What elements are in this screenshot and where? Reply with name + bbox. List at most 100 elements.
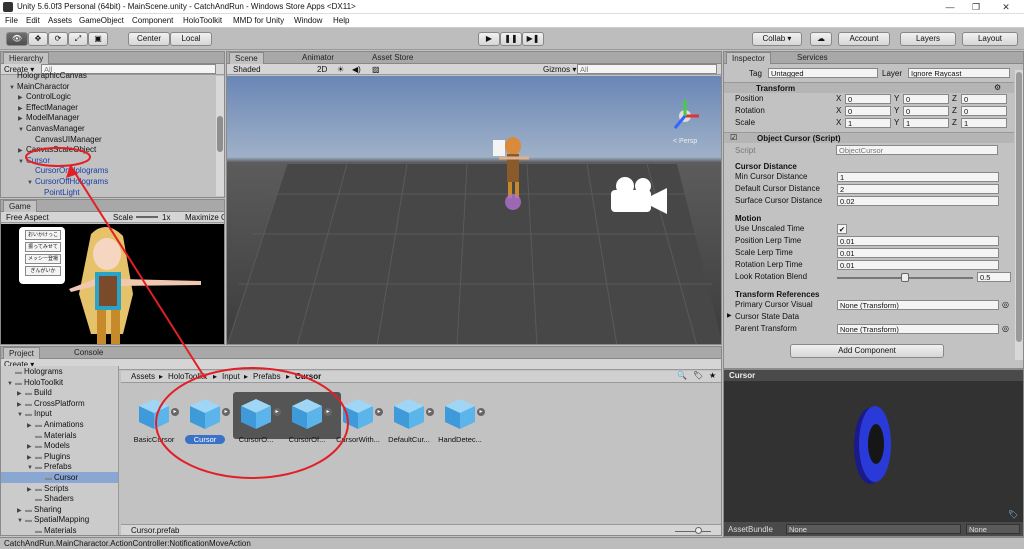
game-menu-button-4[interactable]: ぎんがいか	[25, 266, 61, 276]
prefab-cube-icon[interactable]	[188, 397, 222, 431]
slider-thumb[interactable]	[901, 273, 909, 282]
tab-inspector[interactable]: Inspector	[726, 52, 771, 64]
folder-arrow-icon[interactable]: ▼	[17, 516, 25, 527]
tag-dropdown[interactable]: Untagged	[768, 68, 878, 78]
close-button[interactable]: ✕	[994, 1, 1018, 13]
add-component-button[interactable]: Add Component	[790, 344, 944, 358]
property-value-field[interactable]: 0.02	[837, 196, 999, 206]
hierarchy-item[interactable]: ▼ CursorOffHolograms	[27, 176, 108, 187]
hierarchy-item[interactable]: ▼ Cursor	[18, 155, 50, 166]
prefab-cube-icon[interactable]	[443, 397, 477, 431]
expand-prefab-icon[interactable]: ▸	[477, 408, 485, 416]
tab-game[interactable]: Game	[3, 200, 37, 212]
asset-label[interactable]: Cursor	[185, 435, 225, 444]
expand-arrow-icon[interactable]: ▼	[18, 157, 26, 168]
breadcrumb-holotoolkit[interactable]: HoloToolkit	[168, 372, 207, 381]
tab-services[interactable]: Services	[792, 52, 833, 64]
pivot-local-button[interactable]: Local	[170, 32, 212, 46]
transform-x-field[interactable]: 0	[845, 106, 891, 116]
hierarchy-item[interactable]: ▶ EffectManager	[18, 102, 78, 113]
cursor-preview-ring[interactable]	[842, 400, 902, 490]
menu-help[interactable]: Help	[333, 16, 349, 25]
inspector-scrollbar[interactable]	[1015, 70, 1023, 360]
project-folder-item[interactable]: ▼ ▬ SpatialMapping	[17, 514, 89, 525]
play-button[interactable]: ▶	[478, 32, 500, 46]
asset-label[interactable]: CursorOf...	[278, 435, 336, 444]
transform-x-field[interactable]: 0	[845, 94, 891, 104]
expand-prefab-icon[interactable]: ▸	[273, 408, 281, 416]
expand-arrow-icon[interactable]: ▼	[27, 178, 35, 189]
asset-label[interactable]: DefaultCur...	[380, 435, 438, 444]
tab-animator[interactable]: Animator	[297, 52, 339, 64]
project-folder-item[interactable]: ▶ ▬ CrossPlatform	[17, 398, 85, 409]
hierarchy-item[interactable]: CanvasUIManager	[27, 134, 102, 145]
move-tool-icon[interactable]: ✥	[28, 32, 48, 46]
prefab-cube-icon[interactable]	[392, 397, 426, 431]
use-unscaled-time-checkbox[interactable]: ✔	[837, 224, 847, 234]
folder-arrow-icon[interactable]: ▼	[7, 379, 15, 390]
prefab-cube-icon[interactable]	[341, 397, 375, 431]
transform-z-field[interactable]: 0	[961, 106, 1007, 116]
assetbundle-variant-dropdown[interactable]: None	[966, 524, 1020, 534]
project-folder-item[interactable]: ▶ ▬ Build	[17, 387, 52, 398]
property-value-field[interactable]: 1	[837, 172, 999, 182]
camera-icon[interactable]	[607, 176, 671, 216]
hierarchy-item[interactable]: PointLight	[36, 187, 80, 197]
breadcrumb-prefabs[interactable]: Prefabs	[253, 372, 281, 381]
transform-y-field[interactable]: 1	[903, 118, 949, 128]
asset-label[interactable]: HandDetec...	[431, 435, 489, 444]
scene-view[interactable]: < Persp	[227, 76, 721, 344]
aspect-dropdown[interactable]: Free Aspect	[6, 212, 49, 223]
hierarchy-item[interactable]: ▶ ControlLogic	[18, 91, 71, 102]
project-folder-item[interactable]: ▶ ▬ Plugins	[27, 451, 70, 462]
component-settings-icon[interactable]: ⚙	[994, 83, 1001, 92]
project-folder-item[interactable]: ▼ ▬ Prefabs	[27, 461, 72, 472]
hierarchy-item[interactable]: ▶ ModelManager	[18, 112, 79, 123]
transform-y-field[interactable]: 0	[903, 94, 949, 104]
menu-gameobject[interactable]: GameObject	[79, 16, 124, 25]
project-folder-item[interactable]: ▬ Materials	[27, 525, 76, 535]
prefab-cube-icon[interactable]	[290, 397, 324, 431]
transform-x-field[interactable]: 1	[845, 118, 891, 128]
asset-label[interactable]: CursorO...	[227, 435, 285, 444]
foldout-arrow-icon[interactable]: ▶	[727, 312, 732, 319]
2d-toggle[interactable]: 2D	[317, 64, 327, 75]
rect-tool-icon[interactable]: ▣	[88, 32, 108, 46]
menu-window[interactable]: Window	[294, 16, 322, 25]
collab-button[interactable]: Collab ▾	[752, 32, 802, 46]
menu-edit[interactable]: Edit	[26, 16, 40, 25]
layers-dropdown[interactable]: Layers	[900, 32, 956, 46]
scale-tool-icon[interactable]: ⤢	[68, 32, 88, 46]
transform-z-field[interactable]: 0	[961, 94, 1007, 104]
minimize-button[interactable]: —	[938, 1, 962, 13]
tab-project[interactable]: Project	[3, 347, 40, 359]
property-value-field[interactable]: 0.01	[837, 248, 999, 258]
folder-arrow-icon[interactable]: ▼	[17, 410, 25, 421]
component-enable-checkbox[interactable]: ☑	[730, 133, 737, 142]
assetbundle-dropdown[interactable]: None	[786, 524, 961, 534]
breadcrumb-cursor[interactable]: Cursor	[295, 372, 321, 381]
step-button[interactable]: ▶❚	[522, 32, 544, 46]
asset-label[interactable]: BasicCursor	[125, 435, 183, 444]
project-folder-item[interactable]: ▶ ▬ Models	[27, 440, 70, 451]
effects-toggle-icon[interactable]: ▨	[372, 64, 380, 75]
transform-z-field[interactable]: 1	[961, 118, 1007, 128]
breadcrumb-assets[interactable]: Assets	[131, 372, 155, 381]
property-value-field[interactable]: 0.01	[837, 236, 999, 246]
expand-arrow-icon[interactable]: ▼	[18, 125, 26, 136]
project-folder-item[interactable]: ▶ ▬ Scripts	[27, 483, 68, 494]
project-folder-item[interactable]: ▶ ▬ Animations	[27, 419, 84, 430]
filter-by-type-icon[interactable]: 🔍	[677, 371, 687, 380]
maximize-toggle[interactable]: Maximize O	[185, 212, 224, 223]
scene-character-object[interactable]	[485, 136, 535, 216]
project-folder-item[interactable]: ▶ ▬ Sharing	[17, 504, 62, 515]
expand-arrow-icon[interactable]: ▼	[9, 83, 17, 94]
object-picker-icon[interactable]: ◎	[1002, 300, 1009, 309]
game-view[interactable]: おいかけっこ 振ってみせて メッシー登場 ぎんがいか	[1, 224, 224, 344]
tab-console[interactable]: Console	[69, 347, 108, 359]
hierarchy-item[interactable]: HolographicCanvas	[9, 70, 87, 81]
favorite-star-icon[interactable]: ★	[709, 371, 716, 380]
scene-search-input[interactable]: All	[577, 64, 717, 74]
expand-prefab-icon[interactable]: ▸	[375, 408, 383, 416]
project-folder-item[interactable]: ▬ Shaders	[27, 493, 74, 504]
